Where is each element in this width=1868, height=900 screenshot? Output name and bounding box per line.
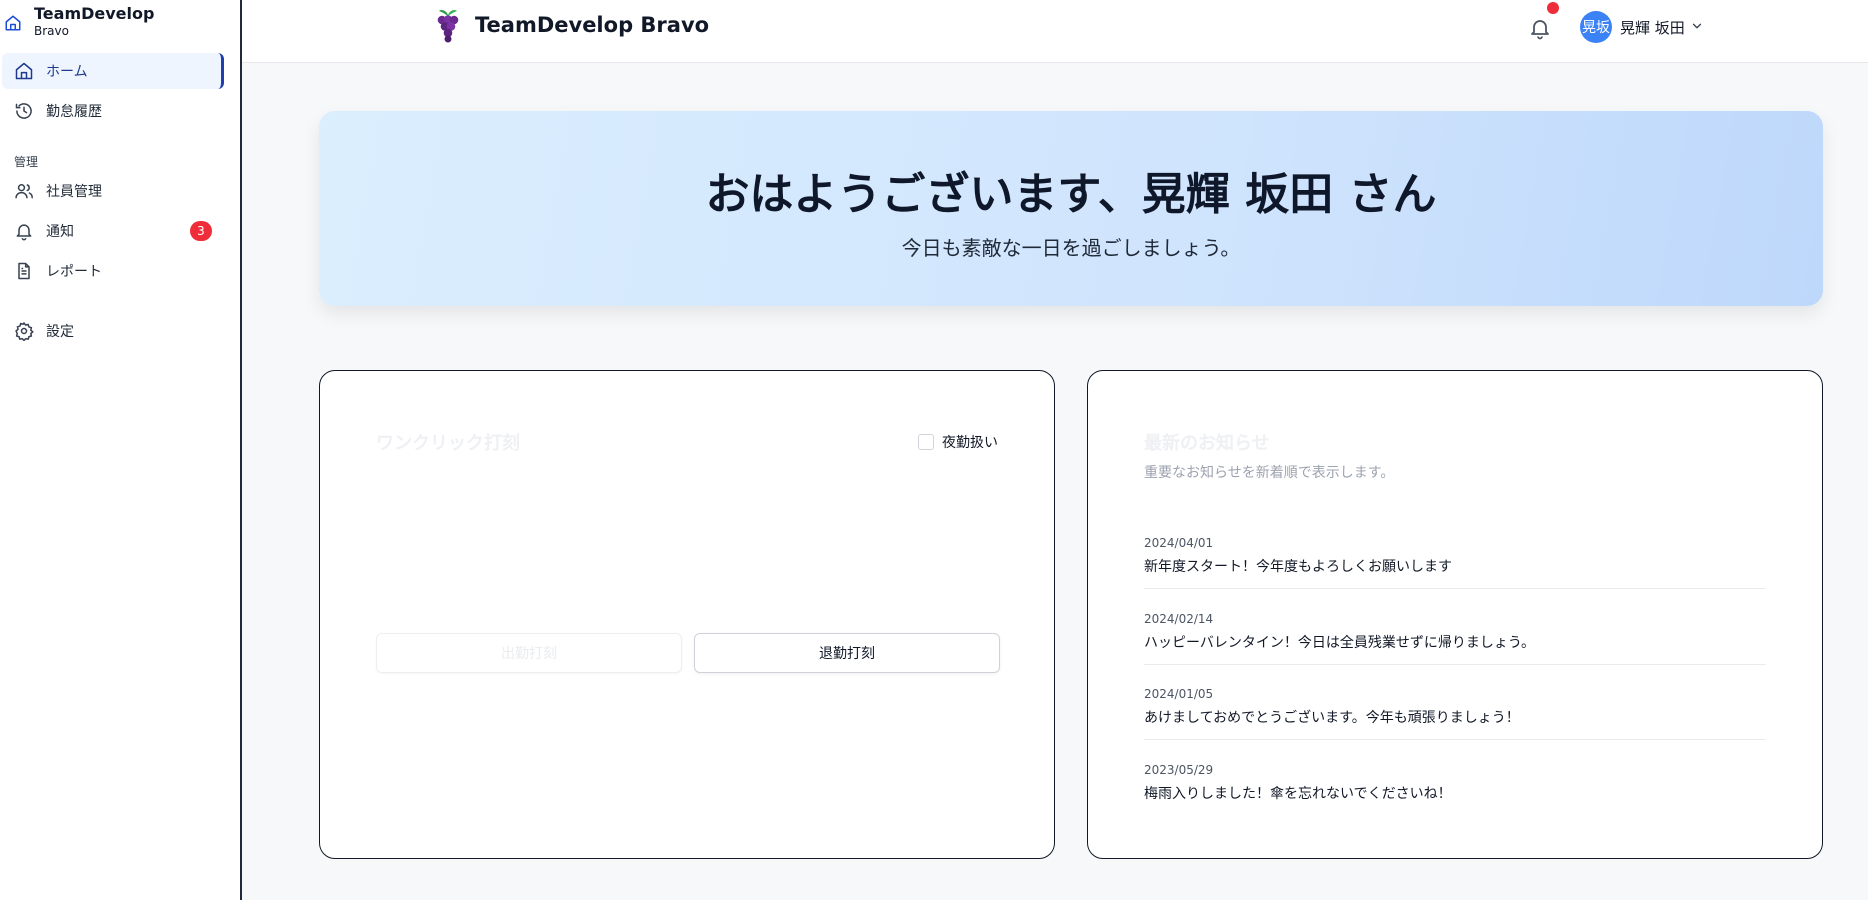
sidebar-item-label: ホーム <box>46 64 88 80</box>
news-text: ハッピーバレンタイン！今日は全員残業せずに帰りましょう。 <box>1144 635 1536 651</box>
app-title: TeamDevelop Bravo <box>475 13 710 37</box>
chevron-down-icon[interactable] <box>1690 19 1704 33</box>
news-item[interactable]: 2024/04/01 新年度スタート！今年度もよろしくお願いします <box>1144 536 1766 589</box>
brand-title: TeamDevelop <box>34 4 155 23</box>
news-card-title: 最新のお知らせ <box>1144 433 1270 454</box>
sidebar-item-attendance-history[interactable]: 勤怠履歴 <box>2 93 224 129</box>
user-name[interactable]: 晃輝 坂田 <box>1620 17 1685 38</box>
home-icon <box>15 62 33 80</box>
news-date: 2024/02/14 <box>1144 612 1214 626</box>
top-header: TeamDevelop Bravo 晃坂 晃輝 坂田 <box>242 0 1868 63</box>
news-date: 2023/05/29 <box>1144 763 1214 777</box>
news-card: 最新のお知らせ 重要なお知らせを新着順で表示します。 2024/04/01 新年… <box>1087 370 1823 859</box>
notification-bell-icon[interactable] <box>1528 16 1552 40</box>
news-item[interactable]: 2024/02/14 ハッピーバレンタイン！今日は全員残業せずに帰りましょう。 <box>1144 612 1766 665</box>
sidebar-item-home[interactable]: ホーム <box>2 53 224 89</box>
sidebar-item-settings[interactable]: 設定 <box>2 313 224 349</box>
sidebar-item-label: 勤怠履歴 <box>46 104 102 120</box>
night-shift-label: 夜勤扱い <box>942 435 998 451</box>
home-icon <box>5 15 21 31</box>
sidebar-item-label: 設定 <box>46 324 74 340</box>
news-date: 2024/01/05 <box>1144 687 1214 701</box>
history-icon <box>15 103 32 119</box>
notification-dot <box>1547 2 1559 14</box>
greeting-title: おはようございます、晃輝 坂田 さん <box>705 169 1437 220</box>
news-date: 2024/04/01 <box>1144 536 1214 550</box>
news-text: あけましておめでとうございます。今年も頑張りましょう！ <box>1144 710 1520 726</box>
punch-card: ワンクリック打刻 夜勤扱い 出勤打刻 退勤打刻 <box>319 370 1055 859</box>
clock-out-button[interactable]: 退勤打刻 <box>694 633 1000 673</box>
brand-subtitle: Bravo <box>34 24 69 38</box>
sidebar-item-notifications[interactable]: 通知 3 <box>2 213 224 249</box>
document-icon <box>18 262 30 280</box>
clock-in-button[interactable]: 出勤打刻 <box>376 633 682 673</box>
sidebar-item-label: 通知 <box>46 224 74 240</box>
notification-count-badge: 3 <box>190 221 212 241</box>
news-text: 新年度スタート！今年度もよろしくお願いします <box>1144 559 1452 575</box>
checkbox-box[interactable] <box>918 434 934 450</box>
avatar[interactable]: 晃坂 <box>1580 11 1612 43</box>
news-item[interactable]: 2023/05/29 梅雨入りしました！傘を忘れないでくださいね！ <box>1144 763 1766 815</box>
sidebar-item-label: 社員管理 <box>46 184 102 200</box>
section-label-admin: 管理 <box>14 155 39 169</box>
news-text: 梅雨入りしました！傘を忘れないでくださいね！ <box>1144 786 1452 802</box>
grape-logo-icon <box>437 10 459 43</box>
brand[interactable]: TeamDevelop Bravo <box>0 0 240 44</box>
sidebar-item-employees[interactable]: 社員管理 <box>2 173 224 209</box>
users-icon <box>15 184 33 199</box>
sidebar: TeamDevelop Bravo ホーム 勤怠履歴 管理 社員管理 通知 3 … <box>0 0 242 900</box>
news-item[interactable]: 2024/01/05 あけましておめでとうございます。今年も頑張りましょう！ <box>1144 687 1766 740</box>
sidebar-item-reports[interactable]: レポート <box>2 253 224 289</box>
news-card-description: 重要なお知らせを新着順で表示します。 <box>1144 465 1395 481</box>
bell-icon <box>16 224 32 241</box>
punch-card-title: ワンクリック打刻 <box>376 433 520 454</box>
gear-icon <box>15 321 34 341</box>
greeting-subtitle: 今日も素敵な一日を過ごしましょう。 <box>901 236 1241 260</box>
night-shift-checkbox[interactable]: 夜勤扱い <box>918 432 998 452</box>
sidebar-item-label: レポート <box>46 264 102 280</box>
greeting-banner: おはようございます、晃輝 坂田 さん 今日も素敵な一日を過ごしましょう。 <box>319 111 1823 306</box>
